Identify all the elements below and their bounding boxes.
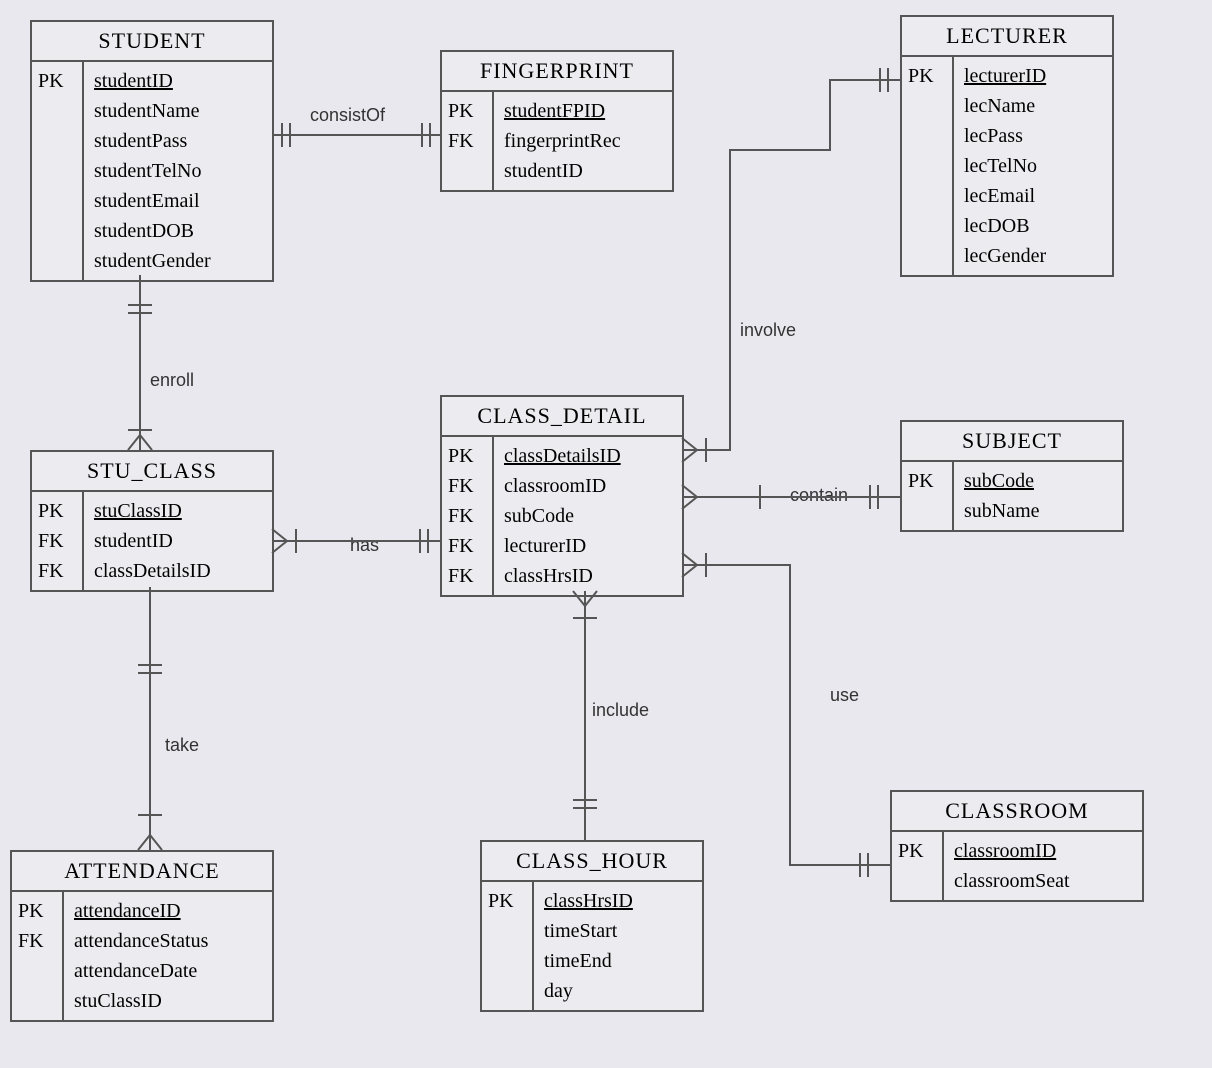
- entity-stu-class-attrs: stuClassID studentID classDetailsID: [84, 492, 221, 590]
- entity-class-hour-attrs: classHrsID timeStart timeEnd day: [534, 882, 643, 1010]
- entity-stu-class-keys: PK FK FK: [32, 492, 84, 590]
- entity-student: STUDENT PK studentID studentName student…: [30, 20, 274, 282]
- rel-consistof: consistOf: [310, 105, 385, 126]
- entity-subject-attrs: subCode subName: [954, 462, 1050, 530]
- entity-class-detail-attrs: classDetailsID classroomID subCode lectu…: [494, 437, 631, 595]
- entity-class-detail: CLASS_DETAIL PK FK FK FK FK classDetails…: [440, 395, 684, 597]
- entity-fingerprint-title: FINGERPRINT: [442, 52, 672, 92]
- entity-class-hour: CLASS_HOUR PK classHrsID timeStart timeE…: [480, 840, 704, 1012]
- entity-attendance-attrs: attendanceID attendanceStatus attendance…: [64, 892, 218, 1020]
- entity-fingerprint-keys: PK FK: [442, 92, 494, 190]
- entity-class-hour-keys: PK: [482, 882, 534, 1010]
- entity-lecturer-title: LECTURER: [902, 17, 1112, 57]
- rel-contain: contain: [790, 485, 848, 506]
- entity-subject: SUBJECT PK subCode subName: [900, 420, 1124, 532]
- entity-classroom-title: CLASSROOM: [892, 792, 1142, 832]
- entity-fingerprint: FINGERPRINT PK FK studentFPID fingerprin…: [440, 50, 674, 192]
- entity-lecturer: LECTURER PK lecturerID lecName lecPass l…: [900, 15, 1114, 277]
- entity-classroom-keys: PK: [892, 832, 944, 900]
- rel-include: include: [592, 700, 649, 721]
- entity-stu-class: STU_CLASS PK FK FK stuClassID studentID …: [30, 450, 274, 592]
- rel-enroll: enroll: [150, 370, 194, 391]
- entity-class-hour-title: CLASS_HOUR: [482, 842, 702, 882]
- rel-use: use: [830, 685, 859, 706]
- rel-take: take: [165, 735, 199, 756]
- entity-fingerprint-attrs: studentFPID fingerprintRec studentID: [494, 92, 631, 190]
- entity-classroom-attrs: classroomID classroomSeat: [944, 832, 1080, 900]
- entity-class-detail-keys: PK FK FK FK FK: [442, 437, 494, 595]
- entity-subject-title: SUBJECT: [902, 422, 1122, 462]
- entity-classroom: CLASSROOM PK classroomID classroomSeat: [890, 790, 1144, 902]
- rel-involve: involve: [740, 320, 796, 341]
- entity-student-title: STUDENT: [32, 22, 272, 62]
- entity-stu-class-title: STU_CLASS: [32, 452, 272, 492]
- entity-attendance-keys: PK FK: [12, 892, 64, 1020]
- entity-student-keys: PK: [32, 62, 84, 280]
- rel-has: has: [350, 535, 379, 556]
- entity-subject-keys: PK: [902, 462, 954, 530]
- entity-attendance: ATTENDANCE PK FK attendanceID attendance…: [10, 850, 274, 1022]
- entity-attendance-title: ATTENDANCE: [12, 852, 272, 892]
- entity-class-detail-title: CLASS_DETAIL: [442, 397, 682, 437]
- entity-lecturer-attrs: lecturerID lecName lecPass lecTelNo lecE…: [954, 57, 1056, 275]
- entity-lecturer-keys: PK: [902, 57, 954, 275]
- entity-student-attrs: studentID studentName studentPass studen…: [84, 62, 221, 280]
